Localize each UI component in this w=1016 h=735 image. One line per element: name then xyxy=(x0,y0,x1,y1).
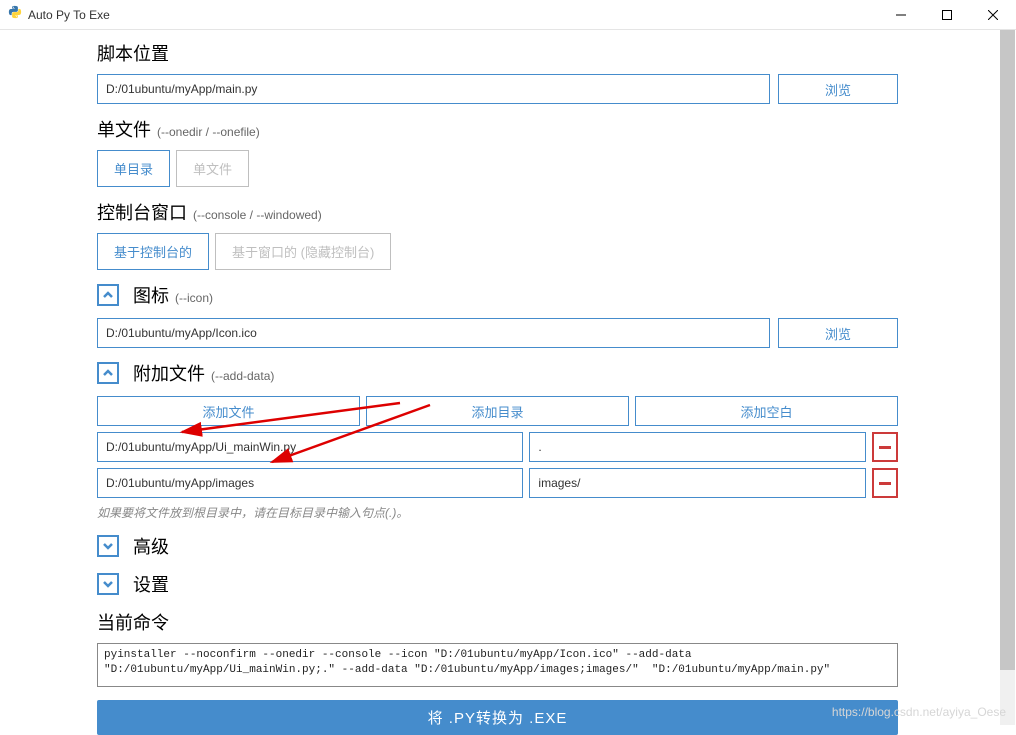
console-sub: (--console / --windowed) xyxy=(193,208,322,222)
data-src-input[interactable] xyxy=(97,468,523,498)
convert-button[interactable]: 将 .PY转换为 .EXE xyxy=(97,700,898,735)
data-dst-input[interactable] xyxy=(529,432,866,462)
icon-path-input[interactable] xyxy=(97,318,770,348)
icon-sub: (--icon) xyxy=(175,291,213,305)
console-option[interactable]: 基于控制台的 xyxy=(97,233,209,270)
advanced-collapse-toggle[interactable] xyxy=(97,535,119,557)
icon-heading: 图标 xyxy=(133,282,169,308)
adddata-hint: 如果要将文件放到根目录中，请在目标目录中输入句点(.)。 xyxy=(97,504,898,521)
maximize-button[interactable] xyxy=(924,0,970,30)
icon-collapse-toggle[interactable] xyxy=(97,284,119,306)
script-path-input[interactable] xyxy=(97,74,770,104)
data-row xyxy=(97,468,898,498)
remove-row-button[interactable] xyxy=(872,468,898,498)
section-onefile: 单文件 (--onedir / --onefile) 单目录 单文件 xyxy=(97,116,1000,187)
section-script-location: 脚本位置 浏览 xyxy=(97,40,1000,104)
onefile-heading: 单文件 xyxy=(97,116,151,142)
section-add-data: 附加文件 (--add-data) 添加文件 添加目录 添加空白 如果要将文件放… xyxy=(97,360,1000,521)
console-heading: 控制台窗口 xyxy=(97,199,187,225)
section-advanced: 高级 xyxy=(97,533,1000,559)
icon-browse-button[interactable]: 浏览 xyxy=(778,318,898,348)
script-browse-button[interactable]: 浏览 xyxy=(778,74,898,104)
data-dst-input[interactable] xyxy=(529,468,866,498)
command-textarea[interactable]: pyinstaller --noconfirm --onedir --conso… xyxy=(97,643,898,687)
adddata-heading: 附加文件 xyxy=(133,360,205,386)
add-file-button[interactable]: 添加文件 xyxy=(97,396,360,426)
onedir-option[interactable]: 单目录 xyxy=(97,150,170,187)
windowed-option[interactable]: 基于窗口的 (隐藏控制台) xyxy=(215,233,391,270)
window-title: Auto Py To Exe xyxy=(28,8,110,22)
settings-heading: 设置 xyxy=(133,571,169,597)
close-button[interactable] xyxy=(970,0,1016,30)
section-settings: 设置 xyxy=(97,571,1000,597)
scrollbar[interactable] xyxy=(1000,30,1015,725)
onefile-option[interactable]: 单文件 xyxy=(176,150,249,187)
adddata-collapse-toggle[interactable] xyxy=(97,362,119,384)
script-heading: 脚本位置 xyxy=(97,40,1000,66)
command-heading: 当前命令 xyxy=(97,609,1000,635)
section-icon: 图标 (--icon) 浏览 xyxy=(97,282,1000,348)
minus-icon xyxy=(879,446,891,449)
section-console: 控制台窗口 (--console / --windowed) 基于控制台的 基于… xyxy=(97,199,1000,270)
titlebar: Auto Py To Exe xyxy=(0,0,1016,30)
minus-icon xyxy=(879,482,891,485)
add-dir-button[interactable]: 添加目录 xyxy=(366,396,629,426)
onefile-sub: (--onedir / --onefile) xyxy=(157,125,260,139)
python-icon xyxy=(8,5,22,24)
window-controls xyxy=(878,0,1016,30)
add-blank-button[interactable]: 添加空白 xyxy=(635,396,898,426)
settings-collapse-toggle[interactable] xyxy=(97,573,119,595)
watermark: https://blog.csdn.net/ayiya_Oese xyxy=(832,705,1006,719)
data-src-input[interactable] xyxy=(97,432,523,462)
adddata-sub: (--add-data) xyxy=(211,369,274,383)
data-row xyxy=(97,432,898,462)
advanced-heading: 高级 xyxy=(133,533,169,559)
remove-row-button[interactable] xyxy=(872,432,898,462)
minimize-button[interactable] xyxy=(878,0,924,30)
